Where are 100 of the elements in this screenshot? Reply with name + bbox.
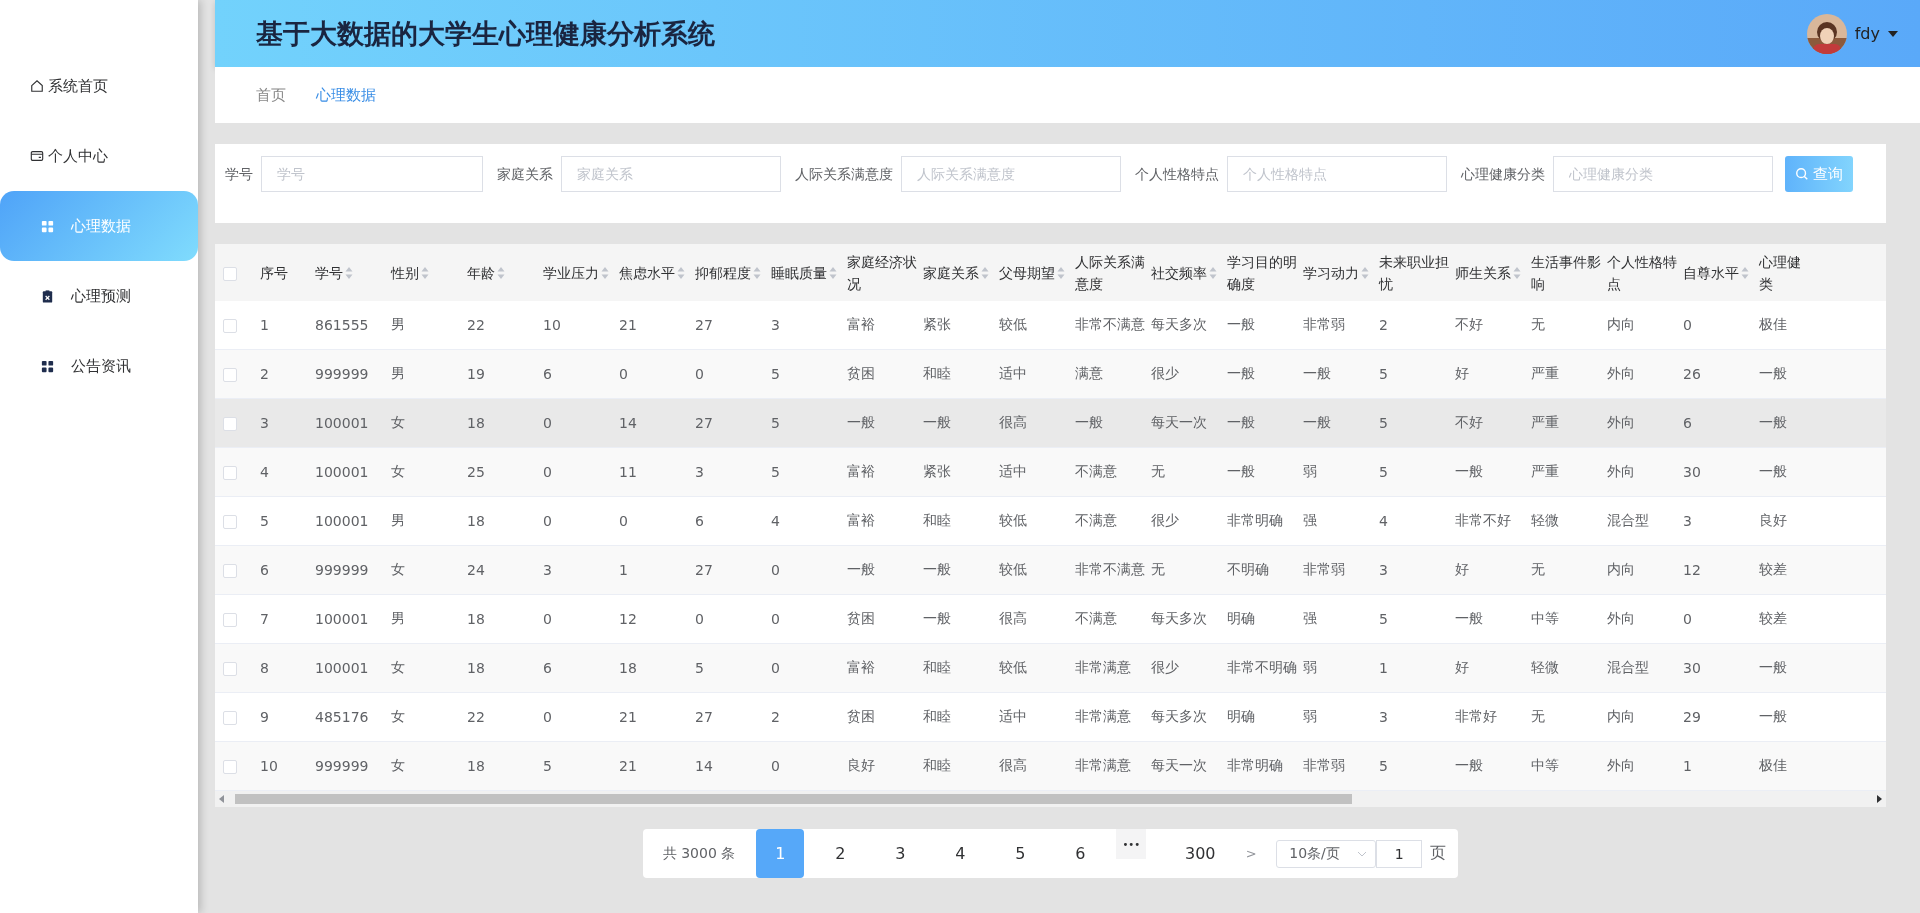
- grid-icon: [40, 218, 55, 234]
- table-row[interactable]: 10 999999 女 18 5 21 14 0 良好 和睦 很高 非常满意 每天一次 非常明确 非常弱 5 一般 中等 外向 1 极佳: [215, 741, 1886, 791]
- table-row[interactable]: 7 100001 男 18 0 12 0 0 贫困 一般 很高 不满意 每天多次 明确 强 5 一般 中等 外向 0 较差: [215, 594, 1886, 644]
- table-cell: 和睦: [923, 512, 951, 528]
- table-cell: 7: [260, 611, 269, 627]
- table-row[interactable]: 1 861555 男 22 10 21 27 3 富裕 紧张 较低 非常不满意 每天多次 一般 非常弱 2 不好 无 内向 0 极佳: [215, 301, 1886, 350]
- sort-icon[interactable]: [601, 265, 609, 280]
- sort-icon[interactable]: [1057, 265, 1065, 280]
- scroll-right-icon[interactable]: [1876, 795, 1882, 803]
- page-size-select[interactable]: 10条/页: [1276, 839, 1377, 868]
- checkbox[interactable]: [223, 662, 237, 676]
- input-field[interactable]: 心理健康分类: [1553, 156, 1773, 192]
- table-cell: 0: [771, 758, 780, 774]
- page-button[interactable]: 2: [816, 829, 865, 878]
- table-row[interactable]: 5 100001 男 18 0 0 6 4 富裕 和睦 较低 不满意 很少 非常明确 强 4 非常不好 轻微 混合型 3 良好: [215, 496, 1886, 546]
- table-cell: 一般: [1759, 708, 1787, 724]
- sort-icon[interactable]: [1513, 265, 1521, 280]
- breadcrumb-item[interactable]: 首页: [256, 85, 286, 105]
- table-cell: 非常弱: [1303, 561, 1345, 577]
- page-button[interactable]: 6: [1056, 829, 1105, 878]
- more-pages-button[interactable]: •••: [1116, 829, 1147, 859]
- column-header: 父母期望: [999, 263, 1055, 283]
- table-cell: 0: [1683, 611, 1692, 627]
- table-cell: 女: [391, 463, 405, 479]
- sort-icon[interactable]: [753, 265, 761, 280]
- table-cell: 5: [1379, 758, 1388, 774]
- page-button[interactable]: 300: [1176, 829, 1225, 878]
- sort-icon[interactable]: [421, 265, 429, 280]
- table-cell: 1: [260, 317, 269, 333]
- sidebar-item[interactable]: 个人中心: [0, 121, 198, 191]
- sidebar-item[interactable]: 公告资讯: [0, 331, 198, 401]
- checkbox[interactable]: [223, 266, 237, 281]
- table-cell: 5: [260, 513, 269, 529]
- table-row[interactable]: 8 100001 女 18 6 18 5 0 富裕 和睦 较低 非常满意 很少 非常不明确 弱 1 好 轻微 混合型 30 一般: [215, 643, 1886, 693]
- table-cell: 良好: [847, 757, 875, 773]
- sort-icon[interactable]: [497, 265, 505, 280]
- column-header: 人际关系满意度: [1075, 252, 1145, 294]
- home-icon: [30, 79, 44, 93]
- table-cell: 较差: [1759, 561, 1787, 577]
- column-header: 生活事件影响: [1531, 252, 1601, 294]
- sort-icon[interactable]: [981, 265, 989, 280]
- app-title: 基于大数据的大学生心理健康分析系统: [256, 16, 715, 51]
- sort-icon[interactable]: [1741, 265, 1749, 280]
- sort-icon[interactable]: [677, 265, 685, 280]
- scroll-left-icon[interactable]: [219, 795, 225, 803]
- table-cell: 很少: [1151, 512, 1179, 528]
- checkbox[interactable]: [223, 515, 237, 529]
- table-cell: 485176: [315, 709, 369, 725]
- input-field[interactable]: 家庭关系: [561, 156, 781, 192]
- table-row[interactable]: 9 485176 女 22 0 21 27 2 贫困 和睦 适中 非常满意 每天多次 明确 弱 3 非常好 无 内向 29 一般: [215, 692, 1886, 742]
- checkbox[interactable]: [223, 564, 237, 578]
- table-row[interactable]: 3 100001 女 18 0 14 27 5 一般 一般 很高 一般 每天一次 一般 一般 5 不好 严重 外向 6 一般: [215, 398, 1886, 448]
- table-cell: 较低: [999, 512, 1027, 528]
- caret-icon[interactable]: [1888, 30, 1898, 37]
- checkbox[interactable]: [223, 613, 237, 627]
- sidebar-item[interactable]: 系统首页: [0, 51, 198, 121]
- horizontal-scrollbar[interactable]: [215, 791, 1886, 807]
- table-cell: 每天一次: [1151, 414, 1207, 430]
- checkbox[interactable]: [223, 368, 237, 382]
- table-cell: 内向: [1607, 561, 1635, 577]
- table-cell: 0: [695, 366, 704, 382]
- page-button[interactable]: 3: [876, 829, 925, 878]
- checkbox[interactable]: [223, 711, 237, 725]
- sort-icon[interactable]: [1209, 265, 1217, 280]
- input-field[interactable]: 个人性格特点: [1227, 156, 1447, 192]
- table-cell: 3: [1379, 709, 1388, 725]
- table-cell: 女: [391, 708, 405, 724]
- table-cell: 26: [1683, 366, 1701, 382]
- table-cell: 29: [1683, 709, 1701, 725]
- input-field[interactable]: 人际关系满意度: [901, 156, 1121, 192]
- checkbox[interactable]: [223, 760, 237, 774]
- page-input[interactable]: 1: [1376, 839, 1423, 868]
- sidebar-item[interactable]: 心理预测: [0, 261, 198, 331]
- table-cell: 贫困: [847, 365, 875, 381]
- table-cell: 30: [1683, 464, 1701, 480]
- page-button[interactable]: 5: [996, 829, 1045, 878]
- checkbox[interactable]: [223, 417, 237, 431]
- sort-icon[interactable]: [345, 265, 353, 280]
- table-cell: 5: [1379, 464, 1388, 480]
- table-cell: 0: [695, 611, 704, 627]
- input-field[interactable]: 学号: [261, 156, 483, 192]
- table-cell: 4: [260, 464, 269, 480]
- table-cell: 女: [391, 659, 405, 675]
- page-suffix: 页: [1430, 843, 1447, 864]
- table-row[interactable]: 2 999999 男 19 6 0 0 5 贫困 和睦 适中 满意 很少 一般 一般 5 好 严重 外向 26 一般: [215, 349, 1886, 399]
- sort-icon[interactable]: [1361, 265, 1369, 280]
- sort-icon[interactable]: [829, 265, 837, 280]
- breadcrumb-item[interactable]: 心理数据: [316, 85, 376, 105]
- checkbox[interactable]: [223, 319, 237, 333]
- table-cell: 不好: [1455, 414, 1483, 430]
- checkbox[interactable]: [223, 466, 237, 480]
- table-row[interactable]: 4 100001 女 25 0 11 3 5 富裕 紧张 适中 不满意 无 一般 弱 5 一般 严重 外向 30 一般: [215, 447, 1886, 497]
- table-cell: 不满意: [1075, 463, 1117, 479]
- page-button[interactable]: 4: [936, 829, 985, 878]
- user-menu[interactable]: fdy: [1854, 24, 1880, 43]
- column-header: 未来职业担忧: [1379, 252, 1449, 294]
- table-cell: 0: [543, 464, 552, 480]
- table-cell: 无: [1151, 561, 1165, 577]
- table-row[interactable]: 6 999999 女 24 3 1 27 0 一般 一般 较低 非常不满意 无 不明确 非常弱 3 好 无 内向 12 较差: [215, 545, 1886, 595]
- table-cell: 好: [1455, 659, 1469, 675]
